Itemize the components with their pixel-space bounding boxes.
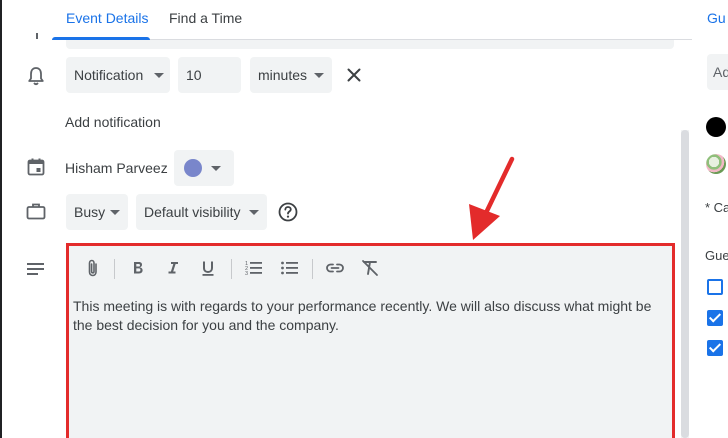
description-text[interactable]: This meeting is with regards to your per… xyxy=(73,297,668,335)
bold-icon[interactable] xyxy=(128,258,148,278)
notification-unit-value: minutes xyxy=(258,67,308,83)
help-icon[interactable] xyxy=(278,202,298,222)
scrollbar-thumb[interactable] xyxy=(681,130,689,438)
chevron-down-icon xyxy=(211,166,221,171)
guest-permission-checkbox[interactable] xyxy=(707,279,723,295)
add-guests-input[interactable]: Ad xyxy=(707,54,728,90)
attachment-icon[interactable] xyxy=(83,258,103,278)
guests-panel: Gu Ad * Ca Gue xyxy=(697,0,728,438)
visibility-value: Default visibility xyxy=(144,204,241,220)
toolbar-divider xyxy=(312,259,313,279)
notification-type-dropdown[interactable]: Notification xyxy=(66,57,170,93)
notes-icon xyxy=(27,262,45,276)
guests-tab-label[interactable]: Gu xyxy=(707,10,726,26)
window-edge xyxy=(0,0,2,438)
tab-event-details[interactable]: Event Details xyxy=(51,0,151,40)
guest-permission-checkbox[interactable] xyxy=(707,310,723,326)
remove-formatting-icon[interactable] xyxy=(360,258,380,278)
bulleted-list-icon[interactable] xyxy=(280,258,300,278)
briefcase-icon xyxy=(26,202,46,220)
guest-permission-checkbox[interactable] xyxy=(707,340,723,356)
guest-permissions-heading: Gue xyxy=(705,248,728,263)
chevron-down-icon xyxy=(314,73,324,78)
calendar-color-dropdown[interactable] xyxy=(174,150,234,186)
link-icon[interactable] xyxy=(325,258,345,278)
busy-status-value: Busy xyxy=(74,204,106,220)
avatar xyxy=(706,117,726,137)
tab-bar: Event Details Find a Time xyxy=(51,0,692,40)
description-editor[interactable]: 1 2 3 This meeting is with regards to yo… xyxy=(66,243,675,438)
avatar xyxy=(706,154,726,174)
chevron-down-icon xyxy=(249,210,259,215)
bell-icon xyxy=(27,66,45,86)
calendar-owner-name: Hisham Parveez xyxy=(65,160,168,176)
tab-find-a-time[interactable]: Find a Time xyxy=(169,0,242,40)
calendar-icon xyxy=(27,158,45,176)
guest-note-text: * Ca xyxy=(705,200,728,215)
close-icon[interactable] xyxy=(347,68,361,82)
formatting-toolbar: 1 2 3 xyxy=(69,246,672,290)
numbered-list-icon[interactable]: 1 2 3 xyxy=(244,258,264,278)
svg-text:3: 3 xyxy=(245,271,248,277)
add-notification-link[interactable]: Add notification xyxy=(65,114,161,130)
notification-amount-input[interactable]: 10 xyxy=(178,57,241,93)
toolbar-divider xyxy=(114,259,115,279)
toolbar-divider xyxy=(231,259,232,279)
underline-icon[interactable] xyxy=(198,258,218,278)
chevron-down-icon xyxy=(154,73,164,78)
notification-type-value: Notification xyxy=(74,67,144,83)
notification-amount-value: 10 xyxy=(186,67,202,83)
chevron-down-icon xyxy=(110,210,120,215)
visibility-dropdown[interactable]: Default visibility xyxy=(136,194,267,230)
location-icon-partial xyxy=(36,33,38,39)
annotation-arrow xyxy=(469,156,515,240)
color-swatch xyxy=(184,159,202,177)
previous-field-partial[interactable] xyxy=(66,40,674,49)
italic-icon[interactable] xyxy=(163,258,183,278)
notification-unit-dropdown[interactable]: minutes xyxy=(250,57,332,93)
busy-status-dropdown[interactable]: Busy xyxy=(66,194,128,230)
